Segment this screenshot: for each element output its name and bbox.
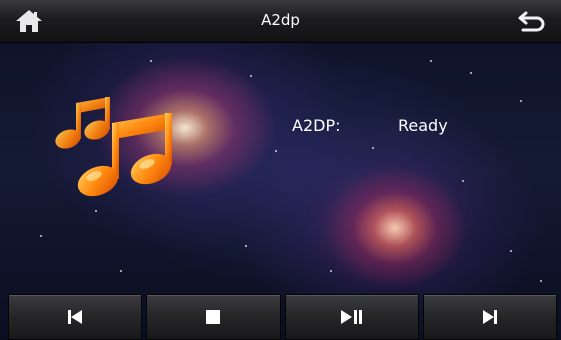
title-bar: A2dp — [0, 0, 561, 43]
next-button[interactable] — [422, 294, 557, 340]
play-pause-icon — [340, 310, 362, 324]
playback-controls — [0, 292, 561, 340]
previous-track-icon — [68, 310, 83, 324]
next-track-icon — [482, 310, 497, 324]
previous-button[interactable] — [8, 294, 143, 340]
back-arrow-icon — [518, 11, 545, 32]
page-title: A2dp — [261, 11, 300, 29]
status-label: A2DP: — [292, 116, 341, 135]
back-button[interactable] — [517, 9, 547, 33]
music-notes-icon — [48, 95, 183, 200]
status-value: Ready — [398, 116, 448, 135]
stop-button[interactable] — [146, 294, 281, 340]
play-pause-button[interactable] — [284, 294, 419, 340]
stop-icon — [206, 310, 221, 324]
